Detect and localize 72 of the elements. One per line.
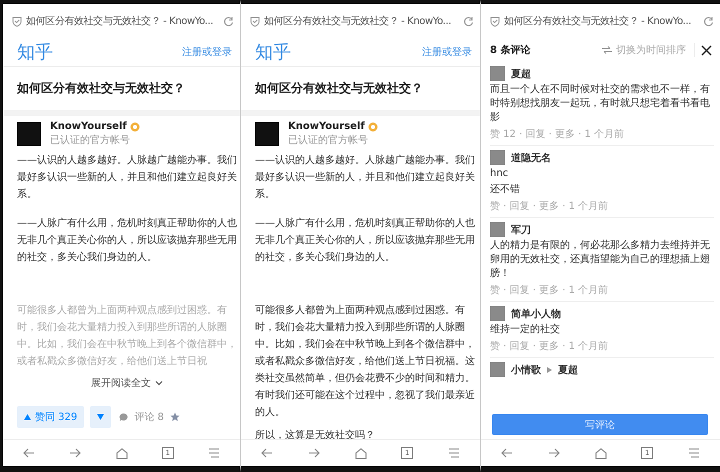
article-paragraph: ——认识的人越多越好。人脉越广越能办事。我们最好多认识一些新的人，并且和他们建立起良好关系。: [255, 154, 476, 202]
login-link[interactable]: 注册或登录: [182, 45, 232, 59]
article-paragraph: ——人脉广有什么用，危机时刻真正帮助你的人也无非几个真正关心你的人，所以应该抛弃那些无用的社交，多关心我们身边的人。: [255, 216, 476, 265]
article-paragraph: ——认识的人越多越好。人脉越广越能办事。我们最好多认识一些新的人，并且和他们建立起良好关系。: [17, 154, 237, 202]
avatar-image: [255, 122, 279, 146]
author-subtitle: 已认证的官方帐号: [50, 134, 131, 147]
avatar-image: [490, 150, 505, 165]
close-icon[interactable]: [701, 44, 712, 56]
back-icon[interactable]: [261, 448, 273, 458]
star-icon[interactable]: [170, 412, 180, 422]
shield-icon: [490, 16, 500, 26]
comment-text: 维持一定的社交: [490, 323, 561, 337]
site-logo[interactable]: 知乎: [255, 40, 291, 64]
site-logo[interactable]: 知乎: [17, 40, 53, 64]
comment-icon[interactable]: [119, 412, 128, 422]
commenter-name[interactable]: 小情歌: [511, 362, 541, 376]
avatar-image: [17, 122, 41, 146]
page-title: 如何区分有效社交与无效社交？ - KnowYo...: [504, 14, 692, 28]
menu-icon[interactable]: [448, 448, 460, 458]
page-title: 如何区分有效社交与无效社交？ - KnowYo...: [26, 14, 214, 28]
triangle-up-icon: [24, 414, 31, 420]
comment-text: 人的精力是有限的，何必花那么多精力去维持并无卵用的无效社交，还真指望能为自己的理想插上翅膀！: [490, 239, 711, 281]
forward-icon[interactable]: [548, 448, 560, 458]
avatar-image: [490, 222, 505, 237]
avatar-image: [490, 306, 505, 321]
expand-link[interactable]: 展开阅读全文: [77, 376, 177, 390]
menu-icon[interactable]: [208, 448, 220, 458]
comment-meta: 赞 · 回复 · 更多 · 1 个月前: [490, 340, 610, 353]
swap-icon[interactable]: [602, 46, 612, 54]
comment-meta: 赞 · 回复 · 更多 · 1 个月前: [490, 200, 610, 213]
forward-icon[interactable]: [69, 448, 82, 458]
triangle-icon: [547, 366, 552, 372]
reload-icon[interactable]: [463, 16, 474, 26]
author-name[interactable]: KnowYourself: [50, 121, 127, 132]
article-paragraph: 可能很多人都曾为上面两种观点感到过困惑。有时，我们会花大量精力投入到那些所谓的人脉圈中。比如，我们会在中秋节晚上到各个微信群中，或者私戳众多微信好友，给他们送上节日祝福。这类社交虽然简单，但仍会花费不少的时间和精力。有时我们还可能在这个过程中，忽视了我们最亲近的人。: [255, 304, 476, 420]
menu-icon[interactable]: [688, 448, 700, 458]
page-title: 如何区分有效社交与无效社交？ - KnowYo...: [264, 14, 452, 28]
comment-meta: 赞 · 回复 · 更多 · 1 个月前: [490, 284, 610, 297]
badge-icon: [130, 122, 140, 132]
shield-icon: [12, 16, 22, 26]
home-icon[interactable]: [594, 448, 606, 458]
write-comment-button[interactable]: 写评论: [492, 414, 708, 435]
forward-icon[interactable]: [308, 448, 320, 458]
comment-text: 还不错: [490, 183, 521, 197]
avatar-image: [490, 362, 505, 377]
comment-text: 而且一个人在不同时候对社交的需求也不一样，有时特别想找朋友一起玩，有时就只想宅着看书看电影: [490, 83, 711, 125]
comment-meta: 赞 12 · 回复 · 更多 · 1 个月前: [490, 128, 626, 141]
shield-icon: [250, 16, 260, 26]
badge-icon: [368, 122, 378, 132]
commenter-name[interactable]: 简单小人物: [511, 306, 561, 320]
reload-icon[interactable]: [223, 16, 234, 26]
home-icon[interactable]: [354, 448, 366, 458]
home-icon[interactable]: [116, 448, 128, 458]
article-paragraph: ——人脉广有什么用，危机时刻真正帮助你的人也无非几个真正关心你的人，所以应该抛弃那些无用的社交，多关心我们身边的人。: [17, 216, 237, 265]
author-subtitle: 已认证的官方帐号: [288, 134, 369, 147]
commenter-name[interactable]: 夏超: [511, 66, 531, 80]
comments-heading: 8 条评论: [490, 44, 532, 57]
downvote-button[interactable]: [90, 406, 112, 428]
chevron-down-icon: [155, 380, 163, 386]
reload-icon[interactable]: [703, 16, 714, 26]
upvote-button[interactable]: 赞同 329: [17, 406, 84, 428]
back-icon[interactable]: [501, 448, 513, 458]
avatar-image: [490, 66, 505, 81]
commenter-name[interactable]: 军刀: [511, 222, 531, 236]
triangle-down-icon: [97, 414, 104, 420]
article-paragraph: 可能很多人都曾为上面两种观点感到过困惑。有时，我们会花大量精力投入到那些所谓的人脉圈中。比如，我们会在中秋节晚上到各个微信群中，或者私戳众多微信好友，给他们送上节日祝: [17, 304, 237, 369]
author-name[interactable]: KnowYourself: [288, 121, 365, 132]
reply-target-name[interactable]: 夏超: [558, 362, 578, 376]
commenter-name[interactable]: 道隐无名: [511, 150, 551, 164]
login-link[interactable]: 注册或登录: [422, 45, 472, 59]
comment-text: hnc: [490, 167, 510, 181]
back-icon[interactable]: [23, 448, 35, 458]
